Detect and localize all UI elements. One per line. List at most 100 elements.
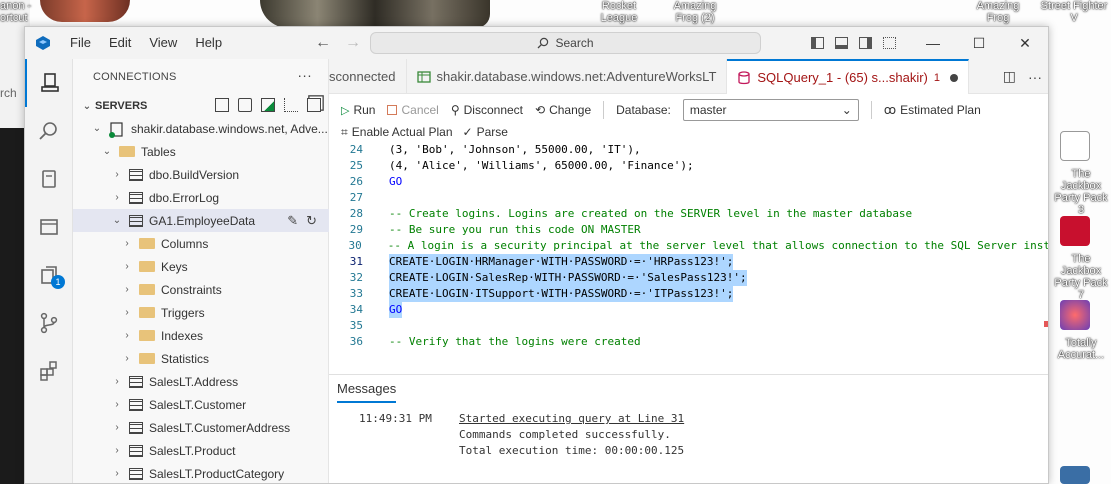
customize-layout-icon[interactable] <box>883 37 896 49</box>
tab-disconnected[interactable]: sconnected <box>329 59 407 94</box>
search-icon[interactable] <box>25 107 73 155</box>
tree-node[interactable]: › Triggers <box>73 301 329 324</box>
tree-node[interactable]: › SalesLT.Product <box>73 439 329 462</box>
tab-messages[interactable]: Messages <box>337 381 397 403</box>
servers-section-header[interactable]: ⌄ SERVERS <box>73 95 329 117</box>
editor-area: sconnected shakir.database.windows.net:A… <box>329 59 1049 483</box>
background-search-text: rch <box>0 86 17 100</box>
messages-panel: Messages 11:49:31 PM Started executing q… <box>329 374 1048 483</box>
tree-node[interactable]: › SalesLT.Customer <box>73 393 329 416</box>
tree-node[interactable]: › dbo.BuildVersion <box>73 163 329 186</box>
collapse-all-icon[interactable] <box>307 98 321 112</box>
active-connections-icon[interactable] <box>261 98 275 112</box>
tree-node[interactable]: ⌄ shakir.database.windows.net, Adve... <box>73 117 329 140</box>
tree-node[interactable]: › Indexes <box>73 324 329 347</box>
close-icon[interactable]: ✕ <box>1002 27 1048 59</box>
desktop-icon-amazing-frog[interactable]: Amazing Frog <box>972 0 1024 24</box>
tab-sqlquery[interactable]: SQLQuery_1 - (65) s...shakir) 1 <box>727 59 970 94</box>
query-start-link[interactable]: Started executing query at Line 31 <box>459 411 684 427</box>
new-group-icon[interactable] <box>284 98 298 112</box>
more-actions-icon[interactable]: ··· <box>297 67 312 83</box>
extensions-icon[interactable] <box>25 347 73 395</box>
new-connection-icon[interactable] <box>238 98 252 112</box>
source-control-icon[interactable] <box>25 299 73 347</box>
chevron-right-icon: › <box>125 284 129 295</box>
line-number: 34 <box>349 303 363 316</box>
maximize-icon[interactable]: ☐ <box>956 27 1002 59</box>
toggle-panel-icon[interactable] <box>835 37 848 49</box>
sidebar-header: CONNECTIONS ··· <box>73 59 328 95</box>
tree-node[interactable]: › Keys <box>73 255 329 278</box>
menu-file[interactable]: File <box>61 27 100 59</box>
table-icon <box>129 375 143 388</box>
disconnect-button[interactable]: ⚲ Disconnect <box>451 103 523 117</box>
explorer-icon[interactable] <box>25 203 73 251</box>
line-number: 30 <box>348 239 362 252</box>
files-icon[interactable]: 1 <box>25 251 73 299</box>
unsaved-dot-icon[interactable] <box>950 73 959 82</box>
totally-accurate-icon[interactable] <box>1060 300 1090 330</box>
estimated-plan-button[interactable]: ꝏ Estimated Plan <box>884 103 981 117</box>
line-number: 35 <box>349 319 363 332</box>
command-search-box[interactable]: Search <box>370 32 761 54</box>
edit-icon[interactable]: ✎ <box>287 213 298 229</box>
refresh-icon[interactable]: ↻ <box>306 213 317 229</box>
tree-node-label: dbo.BuildVersion <box>149 167 240 182</box>
code-line: 31 CREATE·LOGIN·HRManager·WITH·PASSWORD·=… <box>329 254 1048 270</box>
code-line: 25 (4, 'Alice', 'Williams', 65000.00, 'Fi… <box>329 158 1048 174</box>
tree-node[interactable]: › SalesLT.Address <box>73 370 329 393</box>
toggle-secondary-sidebar-icon[interactable] <box>859 37 872 49</box>
desktop-shortcut-label[interactable]: anon - ortcut <box>0 0 31 24</box>
check-icon: ✓ <box>462 125 473 139</box>
cancel-button[interactable]: Cancel <box>387 103 439 117</box>
run-button[interactable]: ▷ Run <box>341 103 375 117</box>
desktop-icon-totally-accurate[interactable]: Totally Accurat... <box>1051 337 1111 361</box>
code-line: 27 <box>329 190 1048 206</box>
database-select[interactable]: master ⌄ <box>682 99 859 121</box>
code-text: GO <box>389 302 403 318</box>
menu-view[interactable]: View <box>140 27 186 59</box>
desktop-icon-jackbox-3[interactable]: The Jackbox Party Pack 3 <box>1051 168 1111 216</box>
back-arrow-icon[interactable]: ← <box>315 34 331 52</box>
tree-node[interactable]: ⌄ Tables <box>73 140 329 163</box>
chevron-right-icon: › <box>125 330 129 341</box>
parse-button[interactable]: ✓ Parse <box>463 125 508 139</box>
message-line: Commands completed successfully. <box>459 428 671 441</box>
split-editor-icon[interactable]: ◫ <box>1003 68 1016 85</box>
tree-node[interactable]: › Statistics <box>73 347 329 370</box>
connections-icon[interactable] <box>25 59 73 107</box>
line-number: 28 <box>349 207 363 220</box>
desktop-icon-rocket-league[interactable]: Rocket League <box>597 0 641 24</box>
query-editor[interactable]: 24 (3, 'Bob', 'Johnson', 55000.00, 'IT'),… <box>329 142 1049 374</box>
notebooks-icon[interactable] <box>25 155 73 203</box>
game-icon[interactable] <box>1060 466 1090 484</box>
tree-node[interactable]: ⌄ GA1.EmployeeData ✎ ↻ <box>73 209 329 232</box>
tree-node[interactable]: › dbo.ErrorLog <box>73 186 329 209</box>
minimize-icon[interactable]: — <box>910 27 956 59</box>
tree-node[interactable]: › Columns <box>73 232 329 255</box>
jackbox-3-icon[interactable] <box>1060 131 1090 161</box>
jackbox-7-icon[interactable] <box>1060 216 1090 246</box>
code-text: -- A login is a security principal at th… <box>387 239 1049 252</box>
forward-arrow-icon[interactable]: → <box>345 34 361 52</box>
chevron-right-icon: › <box>115 422 119 433</box>
desktop-icon-street-fighter[interactable]: Street Fighter V <box>1038 0 1110 24</box>
desktop-icon-jackbox-7[interactable]: The Jackbox Party Pack 7 <box>1051 253 1111 301</box>
node-actions: ✎ ↻ <box>287 213 317 229</box>
new-query-icon[interactable] <box>215 98 229 112</box>
tree-node[interactable]: › Constraints <box>73 278 329 301</box>
menu-edit[interactable]: Edit <box>100 27 140 59</box>
enable-actual-plan-button[interactable]: ⌗ Enable Actual Plan <box>341 125 453 140</box>
chevron-down-icon: ⌄ <box>841 103 852 117</box>
more-tab-actions-icon[interactable]: ··· <box>1028 69 1042 85</box>
server-icon <box>109 121 125 138</box>
menu-help[interactable]: Help <box>186 27 231 59</box>
toggle-sidebar-icon[interactable] <box>811 37 824 49</box>
desktop-icon-amazing-frog-2[interactable]: Amazing Frog (2) <box>668 0 722 24</box>
tab-adventureworks[interactable]: shakir.database.windows.net:AdventureWor… <box>407 59 728 94</box>
chevron-right-icon: › <box>115 192 119 203</box>
tree-node[interactable]: › SalesLT.ProductCategory <box>73 462 329 483</box>
change-connection-button[interactable]: ⟲ Change <box>535 103 591 117</box>
window-controls: — ☐ ✕ <box>910 27 1048 59</box>
tree-node[interactable]: › SalesLT.CustomerAddress <box>73 416 329 439</box>
